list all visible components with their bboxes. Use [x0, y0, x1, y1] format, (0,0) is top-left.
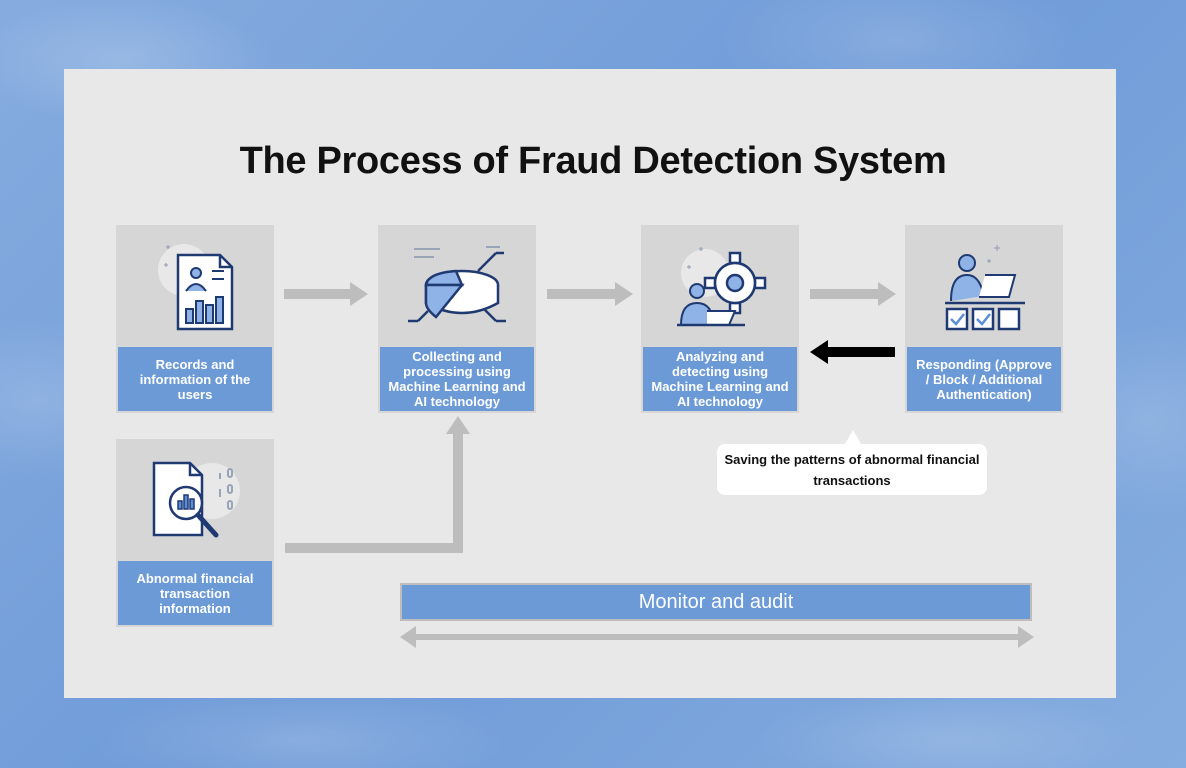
arrow-abnormal-to-collecting: [285, 416, 470, 553]
feedback-arrow: [810, 340, 895, 364]
callout-saving-patterns: Saving the patterns of abnormal financia…: [717, 444, 987, 495]
monitor-audit-bar: Monitor and audit: [400, 583, 1032, 621]
arrow-analyzing-to-responding: [810, 282, 896, 306]
arrow-records-to-collecting: [284, 282, 368, 306]
callout-pointer: [845, 430, 861, 444]
arrow-collecting-to-analyzing: [547, 282, 633, 306]
connector-arrows: [284, 282, 1034, 648]
monitor-double-arrow: [400, 626, 1034, 648]
